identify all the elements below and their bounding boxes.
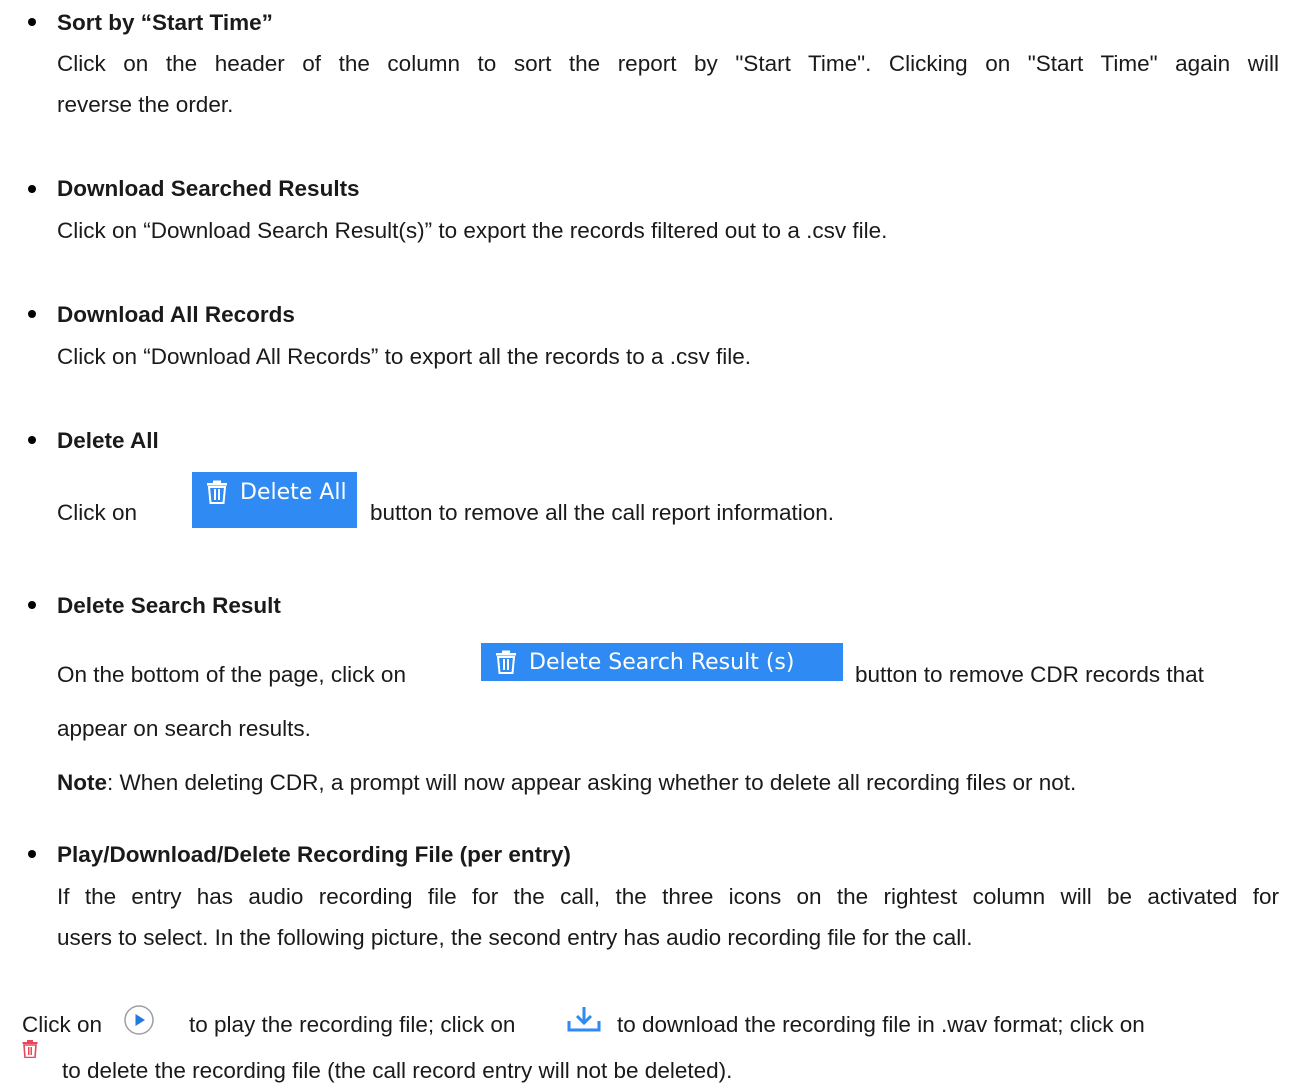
delete-all-post-text: button to remove all the call report inf… (370, 500, 834, 525)
section-title-delete-all: Delete All (57, 428, 159, 453)
trash-icon (496, 650, 516, 674)
footer-text-part2: to play the recording file; click on (189, 1012, 516, 1037)
bullet (28, 310, 36, 318)
sort-description-line2: reverse the order. (57, 92, 234, 117)
bullet (28, 436, 36, 444)
delete-search-button-label: Delete Search Result (s) (529, 649, 795, 675)
bullet (28, 185, 36, 193)
delete-all-button-label: Delete All (240, 480, 347, 505)
recording-description-line2: users to select. In the following pictur… (57, 925, 973, 950)
delete-all-pre-text: Click on (57, 500, 138, 525)
bullet (28, 601, 36, 609)
recording-description-line1: If the entry has audio recording file fo… (57, 884, 1279, 909)
delete-search-post-text: button to remove CDR records that (855, 662, 1204, 687)
download-searched-description: Click on “Download Search Result(s)” to … (57, 218, 888, 243)
footer-text-part3: to download the recording file in .wav f… (617, 1012, 1145, 1037)
section-title-download-searched: Download Searched Results (57, 176, 360, 201)
section-title-recording: Play/Download/Delete Recording File (per… (57, 842, 571, 867)
trash-red-icon[interactable] (22, 1040, 38, 1058)
delete-search-note: Note: When deleting CDR, a prompt will n… (57, 770, 1076, 796)
footer-text-part1: Click on (22, 1012, 103, 1037)
bullet (28, 850, 36, 858)
note-text: : When deleting CDR, a prompt will now a… (107, 770, 1077, 795)
footer-text-part4: to delete the recording file (the call r… (62, 1058, 733, 1083)
delete-search-result-button[interactable]: Delete Search Result (s) (481, 643, 843, 681)
section-title-download-all: Download All Records (57, 302, 295, 327)
delete-all-button[interactable]: Delete All (192, 472, 357, 528)
download-all-description: Click on “Download All Records” to expor… (57, 344, 752, 369)
section-title-delete-search: Delete Search Result (57, 593, 281, 618)
trash-icon (207, 480, 227, 504)
play-circle-icon[interactable] (123, 1004, 155, 1036)
sort-description-line1: Click on the header of the column to sor… (57, 51, 1279, 76)
delete-search-pre-text: On the bottom of the page, click on (57, 662, 406, 687)
delete-search-line2: appear on search results. (57, 716, 311, 741)
bullet (28, 18, 36, 26)
download-icon[interactable] (567, 1005, 601, 1033)
note-label: Note (57, 770, 107, 795)
section-title-sort: Sort by “Start Time” (57, 10, 273, 35)
